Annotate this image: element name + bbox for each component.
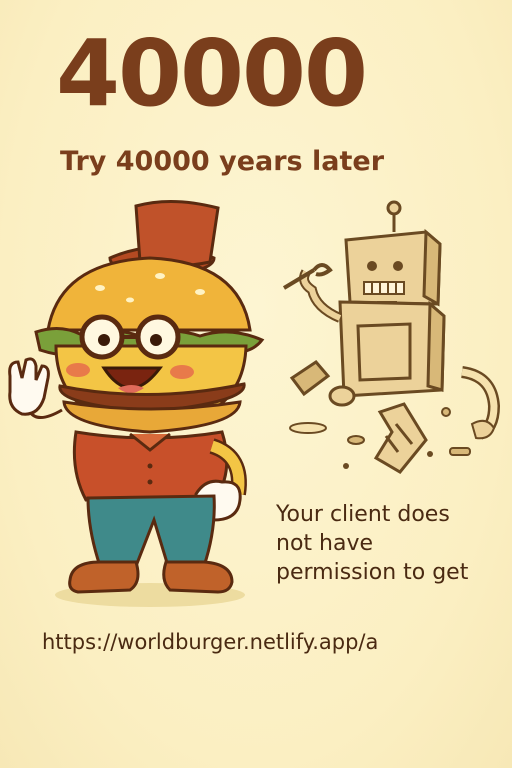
error-page: 40000 Try 40000 years later Your client … — [0, 0, 512, 768]
error-message: Your client does not have permission to … — [276, 500, 506, 587]
request-url: https://worldburger.netlify.app/a — [42, 630, 379, 654]
error-message-line: permission to get — [276, 560, 469, 585]
error-message-line: Your client does — [276, 502, 450, 527]
error-message-line: not have — [276, 531, 374, 556]
